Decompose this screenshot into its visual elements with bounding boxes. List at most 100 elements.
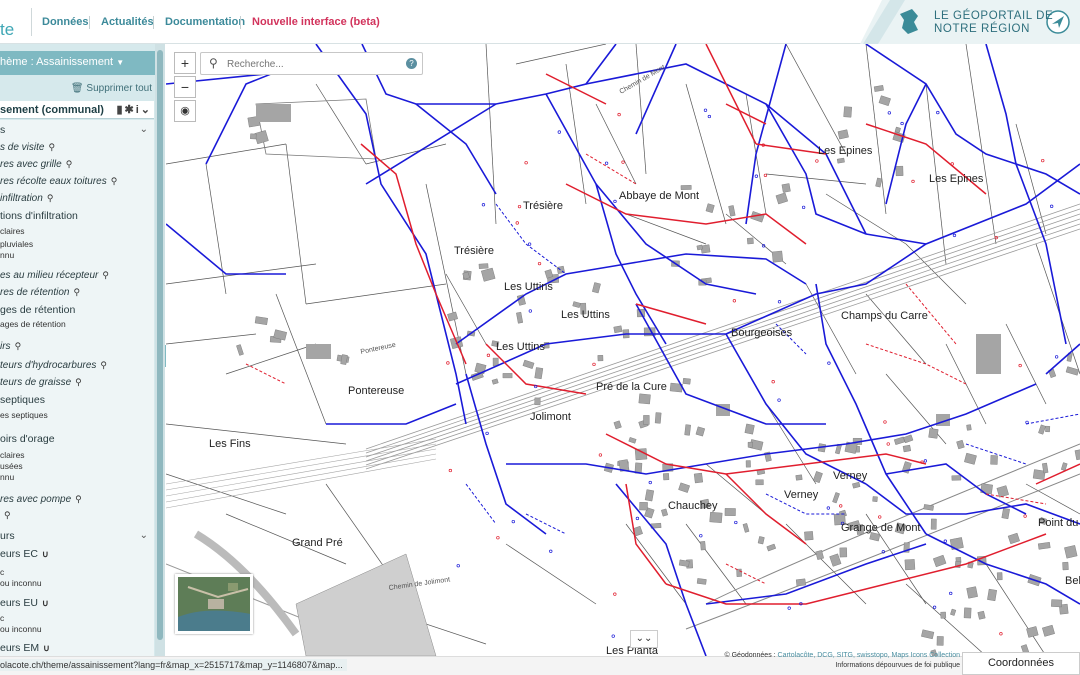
building	[724, 508, 736, 516]
layer-tree-item[interactable]: tions d'infiltration	[0, 210, 78, 222]
zoom-to-layer-icon[interactable]: ⚲	[48, 142, 55, 152]
search-box[interactable]: ⚲ ?	[200, 52, 423, 75]
sewer-pipe-red	[725, 473, 807, 545]
layer-tree-item[interactable]: irs ⚲	[0, 341, 21, 352]
nav-link-actualites[interactable]: Actualités	[101, 16, 154, 28]
sewer-pipe-blue	[166, 223, 286, 275]
coordinates-button[interactable]: Coordonnées	[962, 652, 1080, 675]
layer-tree-item[interactable]: oirs d'orage	[0, 433, 55, 445]
zoom-to-layer-icon[interactable]: ⚲	[66, 159, 73, 169]
manhole-point	[557, 130, 561, 134]
zoom-to-layer-icon[interactable]: ⚲	[111, 176, 118, 186]
manhole-point	[900, 121, 904, 126]
layer-tree-item[interactable]: s de visite ⚲	[0, 142, 55, 153]
site-logo[interactable]: te	[0, 20, 14, 40]
building	[491, 378, 499, 385]
map-canvas[interactable]: Les Epines Les Epines Trésière Trésière Abba…	[166, 44, 1080, 656]
overview-minimap[interactable]	[175, 574, 253, 634]
layer-tree-item[interactable]: ages de rétention	[0, 319, 66, 329]
layer-tree-item[interactable]: c	[0, 567, 4, 577]
layer-tree-item[interactable]: claires	[0, 450, 25, 460]
layer-tree-item-label: irs	[0, 341, 11, 352]
layer-tree-item[interactable]: c	[0, 613, 4, 623]
layer-tree-item[interactable]: infiltration ⚲	[0, 193, 53, 204]
zoom-to-layer-icon[interactable]: ⚲	[100, 360, 107, 370]
nav-divider	[89, 16, 90, 29]
building	[852, 481, 861, 489]
parcel-line	[785, 44, 847, 155]
zoom-to-layer-icon[interactable]: ⚲	[74, 287, 81, 297]
manhole-point	[801, 205, 806, 210]
trash-icon[interactable]: ▮	[116, 104, 124, 116]
layer-tree-item[interactable]: urs	[0, 530, 15, 542]
layer-tree-item[interactable]: res de rétention ⚲	[0, 287, 80, 298]
zoom-to-layer-icon[interactable]: ⚲	[75, 494, 82, 504]
zoom-to-layer-icon[interactable]: ⚲	[15, 341, 22, 351]
layer-tree-item[interactable]: ou inconnu	[0, 578, 42, 588]
nav-link-documentation[interactable]: Documentation	[165, 16, 245, 28]
theme-selector[interactable]: hème : Assainissement ▼	[0, 51, 158, 75]
manhole-point	[936, 110, 940, 115]
magnet-icon[interactable]: ∪	[42, 549, 49, 559]
zoom-in-button[interactable]: +	[174, 52, 196, 74]
help-icon[interactable]: ?	[406, 58, 417, 69]
layer-tree-item[interactable]: res avec pompe ⚲	[0, 494, 82, 505]
zoom-to-layer-icon[interactable]: ⚲	[47, 193, 54, 203]
nav-link-donnees[interactable]: Données	[42, 16, 88, 28]
credits-links[interactable]: Cartolacôte, DCG, SITG, swisstopo, Maps …	[778, 652, 960, 659]
layer-tree-item[interactable]: res avec grille ⚲	[0, 159, 72, 170]
layer-tree-item[interactable]: pluviales	[0, 239, 33, 249]
building	[875, 177, 883, 188]
layer-tree-item[interactable]: usées	[0, 461, 23, 471]
sewer-pipe-dashed	[245, 363, 287, 385]
magnet-icon[interactable]: ∪	[42, 598, 49, 608]
sidebar-scrollbar-thumb[interactable]	[157, 50, 163, 640]
nav-link-new-interface[interactable]: Nouvelle interface (beta)	[252, 16, 380, 28]
layer-tree-item[interactable]: s	[0, 124, 5, 136]
manhole-point	[611, 634, 615, 638]
sewer-pipe-blue	[985, 44, 1017, 165]
manhole-point	[617, 112, 621, 117]
layer-tree-item[interactable]: es septiques	[0, 410, 48, 420]
magnet-icon[interactable]: ∪	[43, 643, 50, 653]
chevron-down-icon[interactable]: ⌄	[141, 104, 152, 116]
building	[522, 359, 535, 369]
locate-button[interactable]: ◉	[174, 100, 196, 122]
gear-icon[interactable]: ✱	[125, 104, 136, 116]
layer-tree-item[interactable]: eurs EC ∪	[0, 548, 49, 560]
zoom-to-layer-icon[interactable]: ⚲	[102, 270, 109, 280]
zoom-out-button[interactable]: −	[174, 76, 196, 98]
manhole-point	[950, 162, 954, 166]
building	[447, 311, 458, 322]
place-name-label: Jolimont	[530, 411, 571, 423]
clear-all-button[interactable]: 🗑 Supprimer tout	[71, 83, 152, 94]
layer-tree-item[interactable]: ou inconnu	[0, 624, 42, 634]
layer-tree-item[interactable]: eurs EU ∪	[0, 597, 49, 609]
chevron-down-icon[interactable]: ⌄	[140, 124, 148, 135]
layer-tree-item[interactable]: ⚲	[0, 510, 11, 521]
building	[1045, 425, 1051, 433]
industrial-area	[295, 553, 437, 656]
search-input[interactable]	[225, 56, 405, 72]
layer-tree-item[interactable]: teurs de graisse ⚲	[0, 377, 82, 388]
locate-icon: ◉	[180, 105, 190, 117]
building	[977, 610, 986, 620]
layer-tree-item[interactable]: ges de rétention	[0, 304, 75, 316]
search-icon: ⚲	[209, 56, 218, 70]
layer-group-header[interactable]: sement (communal) ▮✱i⌄	[0, 101, 154, 119]
expand-panel-button[interactable]: ⌄⌄	[630, 630, 658, 648]
zoom-to-layer-icon[interactable]: ⚲	[4, 510, 11, 520]
layer-tree-item[interactable]: septiques	[0, 394, 45, 406]
layer-tree-item[interactable]: teurs d'hydrocarbures ⚲	[0, 360, 107, 371]
manhole-point	[703, 108, 708, 112]
zoom-to-layer-icon[interactable]: ⚲	[75, 377, 82, 387]
layer-tree-item[interactable]: eurs EM ∪	[0, 642, 50, 654]
layer-tree-item[interactable]: es au milieu récepteur ⚲	[0, 270, 109, 281]
layer-tree-item[interactable]: res récolte eaux toitures ⚲	[0, 176, 117, 187]
place-name-label: Verney	[784, 489, 819, 501]
chevron-down-icon[interactable]: ⌄	[140, 530, 148, 541]
layer-tree-item[interactable]: nnu	[0, 472, 14, 482]
place-name-label: Verney	[833, 470, 868, 482]
layer-tree-item[interactable]: nnu	[0, 250, 14, 260]
layer-tree-item[interactable]: claires	[0, 226, 25, 236]
